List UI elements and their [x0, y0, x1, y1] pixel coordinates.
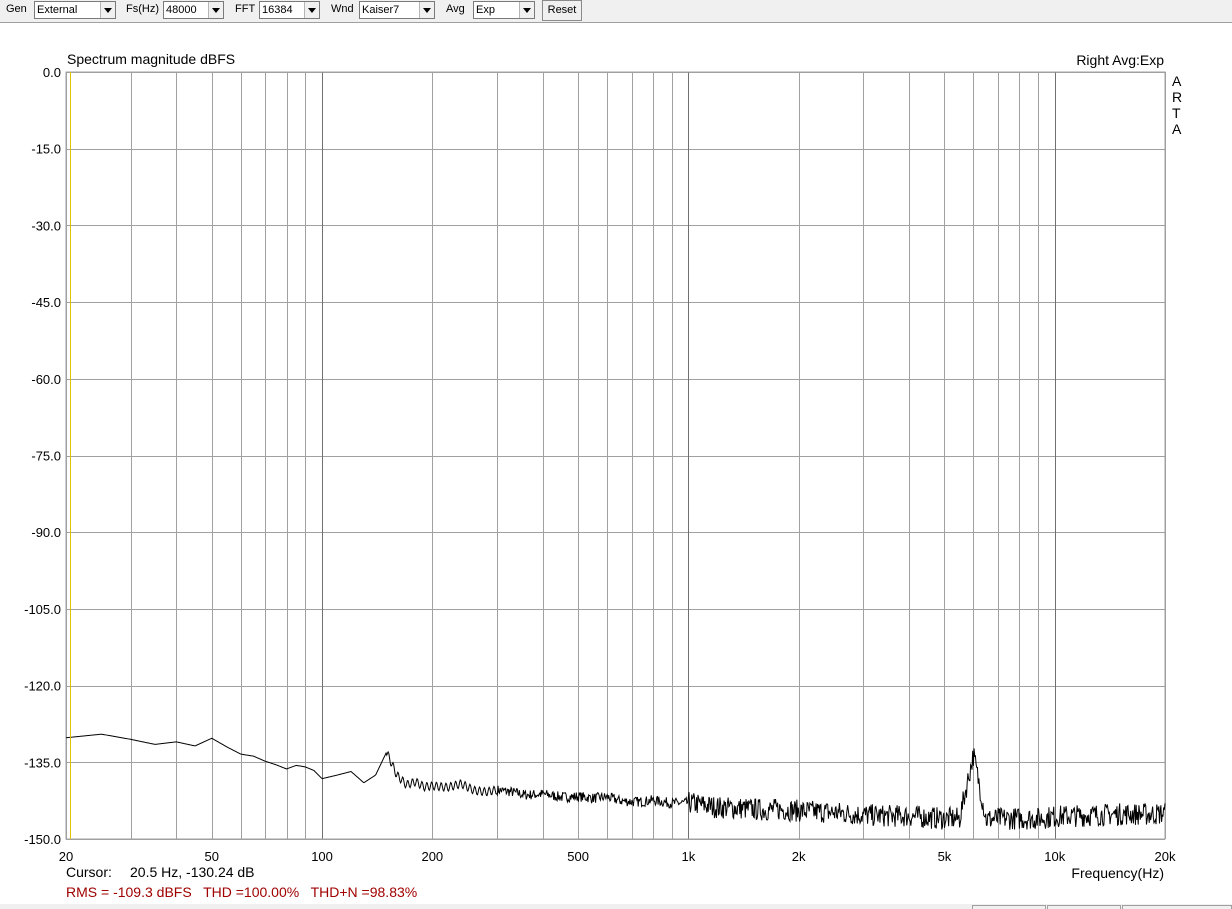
arta-logo: A R T A: [1172, 73, 1182, 137]
status-strip: [0, 904, 1232, 909]
x-tick-label: 50: [205, 849, 219, 864]
y-tick-label: -15.0: [31, 142, 61, 157]
x-tick-label: 200: [421, 849, 443, 864]
logo-letter: T: [1172, 105, 1181, 121]
status-pane: [1047, 905, 1121, 909]
spectrum-chart[interactable]: 0.0 -15.0 -30.0 -45.0 -60.0 -75.0 -90.0 -105.0 -…: [0, 0, 1232, 904]
x-tick-label: 100: [311, 849, 333, 864]
x-axis-ticks: 20 50 100 200 500 1k 2k 5k 10k 20k: [59, 849, 1176, 864]
cursor-readout: 20.5 Hz, -130.24 dB: [130, 864, 255, 880]
y-tick-label: -60.0: [31, 372, 61, 387]
status-pane: [1122, 905, 1232, 909]
x-tick-label: 500: [567, 849, 589, 864]
channel-info: Right Avg:Exp: [1076, 52, 1164, 68]
grid: [66, 72, 1166, 840]
x-tick-label: 1k: [682, 849, 696, 864]
chart-title: Spectrum magnitude dBFS: [67, 51, 235, 67]
y-tick-label: 0.0: [43, 65, 61, 80]
x-tick-label: 10k: [1044, 849, 1065, 864]
spectrum-trace: [65, 733, 1166, 830]
y-tick-label: -30.0: [31, 218, 61, 233]
y-tick-label: -135.0: [24, 755, 61, 770]
logo-letter: R: [1172, 89, 1182, 105]
y-tick-label: -75.0: [31, 449, 61, 464]
cursor-label: Cursor:: [66, 864, 112, 880]
x-tick-label: 5k: [938, 849, 952, 864]
y-axis-ticks: 0.0 -15.0 -30.0 -45.0 -60.0 -75.0 -90.0 -105.0 -…: [24, 65, 61, 847]
y-tick-label: -120.0: [24, 679, 61, 694]
x-tick-label: 20k: [1155, 849, 1176, 864]
plot-frame: [65, 71, 1166, 840]
logo-letter: A: [1172, 73, 1182, 89]
status-pane: [972, 905, 1046, 909]
logo-letter: A: [1172, 121, 1182, 137]
y-tick-label: -105.0: [24, 602, 61, 617]
x-axis-label: Frequency(Hz): [1071, 865, 1164, 881]
x-tick-label: 20: [59, 849, 73, 864]
measurement-stats: RMS = -109.3 dBFS THD =100.00% THD+N =98…: [66, 884, 417, 900]
y-tick-label: -45.0: [31, 295, 61, 310]
y-tick-label: -90.0: [31, 525, 61, 540]
y-tick-label: -150.0: [24, 832, 61, 847]
x-tick-label: 2k: [792, 849, 806, 864]
